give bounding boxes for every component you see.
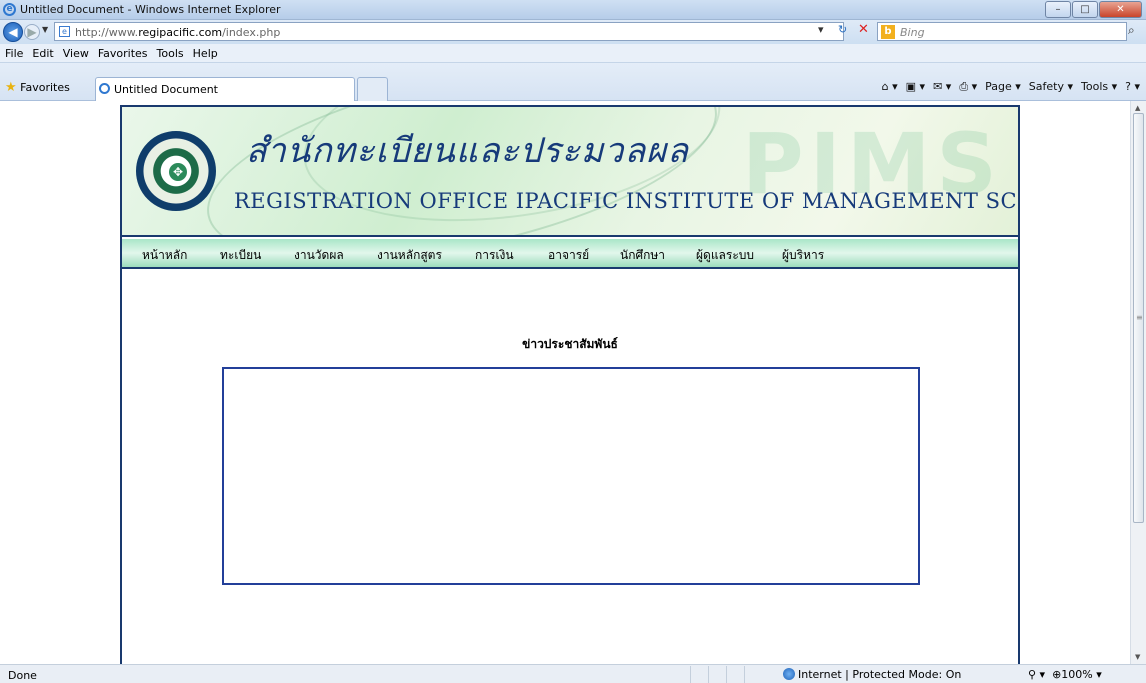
command-bar: ⌂ ▾ ▣ ▾ ✉ ▾ ⎙ ▾ Page ▾ Safety ▾ Tools ▾ …: [882, 80, 1140, 94]
site-thai-title: สำนักทะเบียนและประมวลผล: [246, 131, 689, 171]
url-field[interactable]: e http://www.regipacific.com/index.php: [54, 22, 844, 41]
menu-help[interactable]: Help: [188, 44, 222, 60]
nav-registration[interactable]: ทะเบียน: [220, 246, 261, 265]
safety-menu[interactable]: Safety ▾: [1029, 80, 1073, 94]
search-icon[interactable]: ⌕: [1128, 23, 1135, 38]
refresh-icon[interactable]: ↻: [838, 23, 847, 36]
close-button[interactable]: ✕: [1099, 1, 1142, 18]
maximize-button[interactable]: □: [1072, 1, 1098, 18]
recent-pages-dropdown-icon[interactable]: ▼: [42, 25, 48, 34]
tools-menu[interactable]: Tools ▾: [1081, 80, 1117, 94]
window-controls: – □ ✕: [1044, 1, 1142, 18]
mail-icon[interactable]: ✉ ▾: [933, 80, 951, 94]
nav-curriculum[interactable]: งานหลักสูตร: [377, 246, 442, 265]
menu-tools[interactable]: Tools: [152, 44, 188, 60]
page-icon: e: [59, 26, 70, 37]
menu-edit[interactable]: Edit: [27, 44, 57, 60]
status-bar: Done Internet | Protected Mode: On ⚲ ▾ ⊕…: [0, 664, 1146, 683]
print-icon[interactable]: ⎙ ▾: [959, 80, 977, 94]
url-dropdown-icon[interactable]: ▾: [818, 23, 824, 36]
feeds-icon[interactable]: ▣ ▾: [906, 80, 925, 94]
minimize-button[interactable]: –: [1045, 1, 1071, 18]
menu-file[interactable]: File: [0, 44, 27, 60]
institute-logo: ✥: [136, 131, 216, 211]
site-nav-menu: หน้าหลัก ทะเบียน งานวัดผล งานหลักสูตร กา…: [122, 239, 1018, 269]
favorites-button[interactable]: ★ Favorites: [5, 80, 70, 95]
nav-students[interactable]: นักศึกษา: [620, 246, 665, 265]
site-english-title: REGISTRATION OFFICE IPACIFIC INSTITUTE O…: [234, 189, 1018, 213]
site-frame: PIMS ✥ สำนักทะเบียนและประมวลผล REGISTRAT…: [120, 105, 1020, 664]
compass-icon: ✥: [167, 161, 189, 183]
security-zone[interactable]: Internet | Protected Mode: On: [783, 668, 961, 681]
news-box: [222, 367, 920, 585]
search-placeholder: Bing: [900, 26, 925, 39]
nav-teachers[interactable]: อาจารย์: [548, 246, 589, 265]
new-tab-button[interactable]: [357, 77, 388, 101]
menu-favorites[interactable]: Favorites: [93, 44, 152, 60]
status-text: Done: [8, 669, 37, 682]
url-text[interactable]: http://www.regipacific.com/index.php: [75, 26, 280, 39]
tab-untitled-document[interactable]: Untitled Document: [95, 77, 355, 101]
status-cells: [690, 666, 762, 683]
window-title: Untitled Document - Windows Internet Exp…: [20, 3, 281, 16]
bing-icon: b: [881, 25, 895, 39]
site-banner: PIMS ✥ สำนักทะเบียนและประมวลผล REGISTRAT…: [122, 107, 1018, 237]
page-menu[interactable]: Page ▾: [985, 80, 1021, 94]
back-button[interactable]: ◀: [3, 22, 23, 42]
vertical-scrollbar[interactable]: ▲ ≡ ▼: [1130, 101, 1146, 664]
scroll-up-icon[interactable]: ▲: [1135, 104, 1140, 112]
address-bar: ◀ ▶ ▼ e http://www.regipacific.com/index…: [0, 20, 1146, 44]
title-bar: e Untitled Document - Windows Internet E…: [0, 0, 1146, 20]
help-icon[interactable]: ? ▾: [1125, 80, 1140, 94]
nav-evaluation[interactable]: งานวัดผล: [294, 246, 344, 265]
scroll-down-icon[interactable]: ▼: [1135, 653, 1140, 661]
search-input[interactable]: b Bing: [877, 22, 1127, 41]
ie-icon: e: [3, 3, 16, 16]
news-heading: ข่าวประชาสัมพันธ์: [522, 337, 618, 351]
zoom-control[interactable]: ⚲ ▾ ⊕100% ▾: [1028, 668, 1102, 681]
menu-view[interactable]: View: [58, 44, 93, 60]
home-icon[interactable]: ⌂ ▾: [882, 80, 898, 94]
nav-finance[interactable]: การเงิน: [475, 246, 514, 265]
nav-admin[interactable]: ผู้ดูแลระบบ: [696, 246, 754, 265]
tab-label: Untitled Document: [114, 83, 218, 96]
menu-bar: File Edit View Favorites Tools Help: [0, 44, 1146, 63]
nav-home[interactable]: หน้าหลัก: [142, 246, 187, 265]
globe-icon: [783, 668, 795, 680]
nav-executives[interactable]: ผู้บริหาร: [782, 246, 824, 265]
star-icon: ★: [5, 80, 17, 95]
stop-icon[interactable]: ✕: [858, 22, 869, 37]
favorites-bar: ★ Favorites Untitled Document ⌂ ▾ ▣ ▾ ✉ …: [0, 63, 1146, 101]
page-viewport: PIMS ✥ สำนักทะเบียนและประมวลผล REGISTRAT…: [0, 101, 1130, 664]
forward-button[interactable]: ▶: [24, 24, 40, 40]
tab-ie-icon: [99, 83, 110, 94]
scroll-grip-icon: ≡: [1136, 313, 1143, 322]
